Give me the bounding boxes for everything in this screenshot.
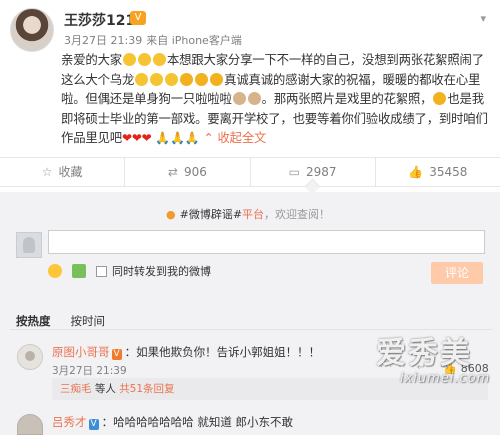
comment-time: 3月27日 21:39 [52,365,127,377]
post-comment-button[interactable]: 评论 [431,262,483,284]
grin-emoji-icon [195,72,209,86]
cry-laugh-emoji-icon [122,53,136,66]
post-line-3: 啦。但偶还是单身狗一只啦啦啦 。那两张照片是戏里的花絮照， 也是我 [61,91,484,107]
commenter-avatar[interactable] [17,344,43,370]
like-button[interactable]: 👍 35458 [376,158,500,186]
post-line-1: 亲爱的大家 本想跟大家分享一下不一样的自己，没想到两张花絮照闹了 [61,52,484,67]
comment-icon: ▭ [288,165,301,179]
post-menu-chevron-down-icon[interactable]: ▾ [480,12,486,25]
post-meta: 3月27日 21:39 来自 iPhone客户端 [64,32,242,48]
comment-panel: ● #微博辟谣#平台，欢迎查阅！ 同时转发到我的微博 评论 按热度 按时间 原图小… [0,192,500,435]
repost-button[interactable]: ⇄ 906 [125,158,251,186]
comment-text: 吕秀才 V ：哈哈哈哈哈哈哈 就知道 郎小东不敢 [52,415,293,430]
comment-tools: 同时转发到我的微博 [48,263,211,279]
author-avatar[interactable] [10,8,54,52]
current-user-avatar [16,232,42,258]
vip-badge-icon: V [130,11,146,25]
weibo-post: 王莎莎1214 V 3月27日 21:39 来自 iPhone客户端 ▾ 亲爱的大… [0,0,500,152]
pray-icon: 🙏 [170,131,185,146]
pray-icon: 🙏 [155,131,171,146]
comment-button[interactable]: ▭ 2987 [250,158,376,186]
action-bar: ☆ 收藏 ⇄ 906 ▭ 2987 👍 35458 [0,157,500,187]
heart-icon: ❤ [121,131,132,146]
post-time[interactable]: 3月27日 21:39 [64,34,142,47]
repost-icon: ⇄ [167,165,178,179]
divider [10,329,492,330]
post-line-5: 作品里见吧❤❤❤ 🙏🙏🙏 ⌃ 收起全文 [61,130,267,146]
commenter-avatar[interactable] [17,414,43,435]
cry-laugh-emoji-icon [165,72,179,86]
cry-laugh-emoji-icon [137,53,151,66]
image-icon[interactable] [72,264,86,278]
rumor-notice: ● #微博辟谣#平台，欢迎查阅！ [166,208,331,221]
cry-laugh-emoji-icon [152,53,166,66]
site-watermark: 爱秀美 ixiumei.com [376,336,491,387]
post-line-2: 这么大个乌龙 真诚真诚的感谢大家的祝福，暖暖的都收在心里 [61,71,481,87]
commenter-name[interactable]: 原图小哥哥 [52,345,110,359]
heart-icon: ❤ [141,131,152,146]
favorite-button[interactable]: ☆ 收藏 [0,158,126,186]
pray-icon: 🙏 [184,131,200,146]
vip-badge-icon: V [111,349,122,360]
forward-checkbox[interactable] [96,265,107,277]
comment-input[interactable] [48,230,485,254]
commenter-name[interactable]: 吕秀才 [52,415,87,429]
emoji-icon[interactable] [48,264,62,278]
vip-badge-icon: V [88,419,99,430]
grin-emoji-icon [433,92,447,106]
collapse-link[interactable]: ⌃ 收起全文 [204,130,267,145]
tab-sort-hot[interactable]: 按热度 [16,313,51,329]
sort-tabs: 按热度 按时间 [16,313,125,329]
post-line-4: 即将硕士毕业的第一部戏。要离开学校了，也要等着你们验收成绩了，到时咱们 [61,110,488,126]
grin-emoji-icon [180,72,194,86]
doge-emoji-icon [247,92,261,106]
thumbs-up-icon: 👍 [408,165,424,179]
post-source: 来自 iPhone客户端 [146,34,242,47]
cry-laugh-emoji-icon [135,72,149,86]
forward-label[interactable]: 同时转发到我的微博 [112,263,211,279]
star-icon: ☆ [41,165,53,179]
tab-sort-time[interactable]: 按时间 [71,313,106,329]
chevron-up-icon: ⌃ [203,130,214,146]
doge-emoji-icon [232,92,246,106]
heart-icon: ❤ [131,131,142,146]
grin-emoji-icon [210,72,224,86]
cry-laugh-emoji-icon [150,72,164,86]
post-body: 亲爱的大家 本想跟大家分享一下不一样的自己，没想到两张花絮照闹了 这么大个乌龙 真诚… [61,50,488,149]
comment-text: 原图小哥哥 V ：如果他欺负你！告诉小郭姐姐！！！ [52,345,321,360]
info-icon: ● [166,208,176,221]
